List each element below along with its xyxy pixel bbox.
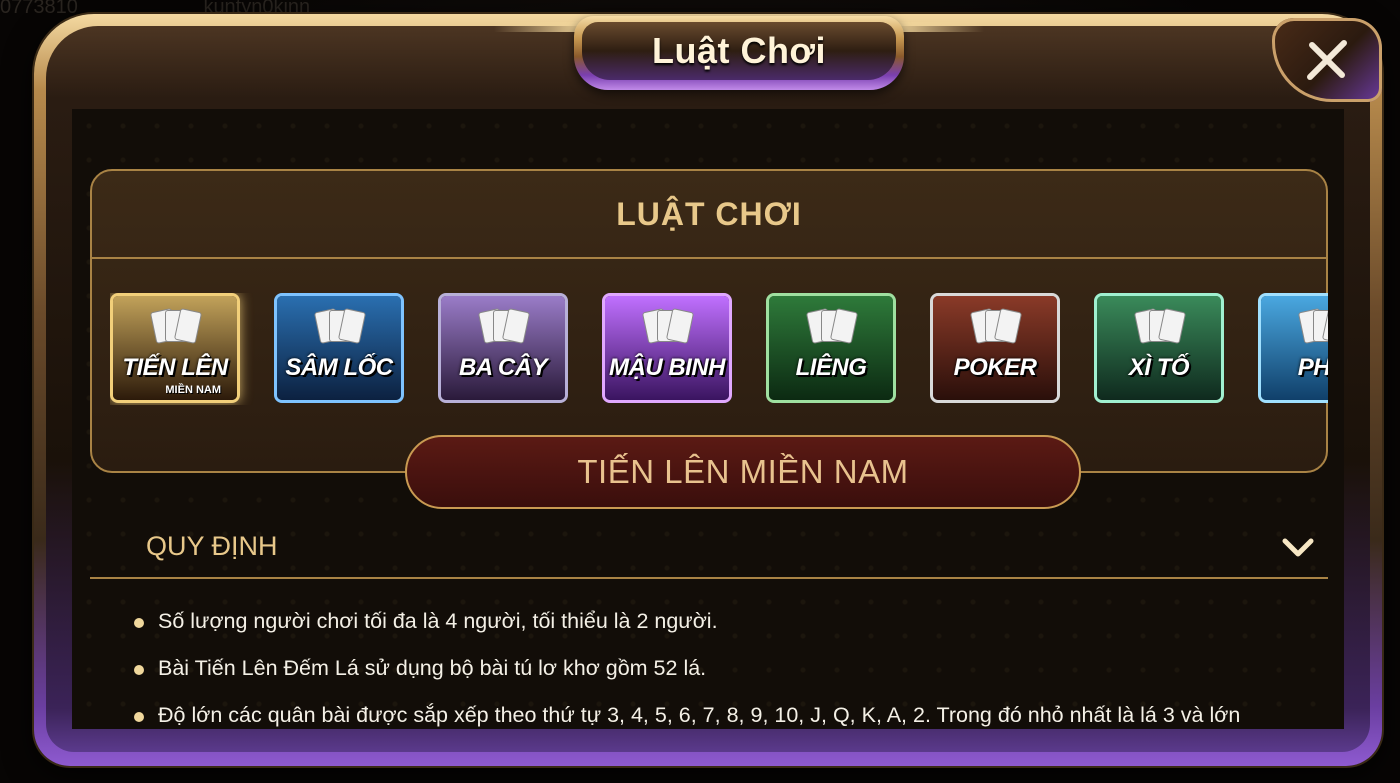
game-tile-label: MẬU BINH [609,354,726,381]
title-wing-right [894,22,984,32]
game-tile-label: BA CÂY [458,354,548,381]
title-wing-left [494,22,584,32]
game-tile[interactable]: PHỎ [1258,293,1328,403]
rules-section-header[interactable]: QUY ĐỊNH [90,517,1328,579]
game-tile[interactable]: XÌ TỐ [1094,293,1224,403]
panel-title: LUẬT CHƠI [92,171,1326,259]
playing-cards-icon [1133,308,1187,346]
chevron-down-icon[interactable] [1280,533,1316,561]
playing-cards-icon [969,308,1023,346]
game-tile[interactable]: MẬU BINH [602,293,732,403]
rule-item: Số lượng người chơi tối đa là 4 người, t… [132,609,1292,633]
game-tile-label: SÂM LỐC [285,354,393,381]
game-tile[interactable]: POKER [930,293,1060,403]
game-list: TIẾN LÊN MIỀN NAM SÂM LỐC BA CÂY MẬU BINH LIÊ… [110,293,1328,405]
game-tile-label: TIẾN LÊN [122,354,228,381]
dialog-content: LUẬT CHƠI TIẾN LÊN MIỀN NAM SÂM LỐC BA CÂY M… [72,109,1344,729]
game-tile-label: PHỎ [1297,354,1328,381]
title-plaque: Luật Chơi [574,16,904,90]
game-screen: 0773810 kuntyn0kinn LUẬT CHƠI TIẾN LÊN MI… [0,0,1400,783]
game-tile-sublabel: MIỀN NAM [165,384,221,396]
playing-cards-icon [313,308,367,346]
dialog-title: Luật Chơi [651,30,827,71]
playing-cards-icon [477,308,531,346]
rule-item: Bài Tiến Lên Đếm Lá sử dụng bộ bài tú lơ… [132,656,1292,680]
game-tile[interactable]: SÂM LỐC [274,293,404,403]
game-tile[interactable]: TIẾN LÊN MIỀN NAM [110,293,240,403]
playing-cards-icon [641,308,695,346]
game-tile-label: XÌ TỐ [1128,354,1190,381]
game-tile-label: LIÊNG [795,354,867,381]
game-selector-panel: LUẬT CHƠI TIẾN LÊN MIỀN NAM SÂM LỐC BA CÂY M… [90,169,1328,473]
rules-section-title: QUY ĐỊNH [146,531,278,561]
game-tile-label: POKER [953,354,1037,381]
background-text-left: 0773810 [0,0,78,18]
game-tile[interactable]: LIÊNG [766,293,896,403]
title-plaque-inner: Luật Chơi [582,22,896,80]
selected-game-banner: TIẾN LÊN MIỀN NAM [405,435,1081,509]
close-icon [1307,40,1347,80]
playing-cards-icon [1297,308,1328,346]
game-tile[interactable]: BA CÂY [438,293,568,403]
rule-item: Độ lớn các quân bài được sắp xếp theo th… [132,703,1292,727]
playing-cards-icon [149,308,203,346]
rules-list: Số lượng người chơi tối đa là 4 người, t… [132,609,1292,729]
rules-dialog: LUẬT CHƠI TIẾN LÊN MIỀN NAM SÂM LỐC BA CÂY M… [34,14,1382,766]
playing-cards-icon [805,308,859,346]
